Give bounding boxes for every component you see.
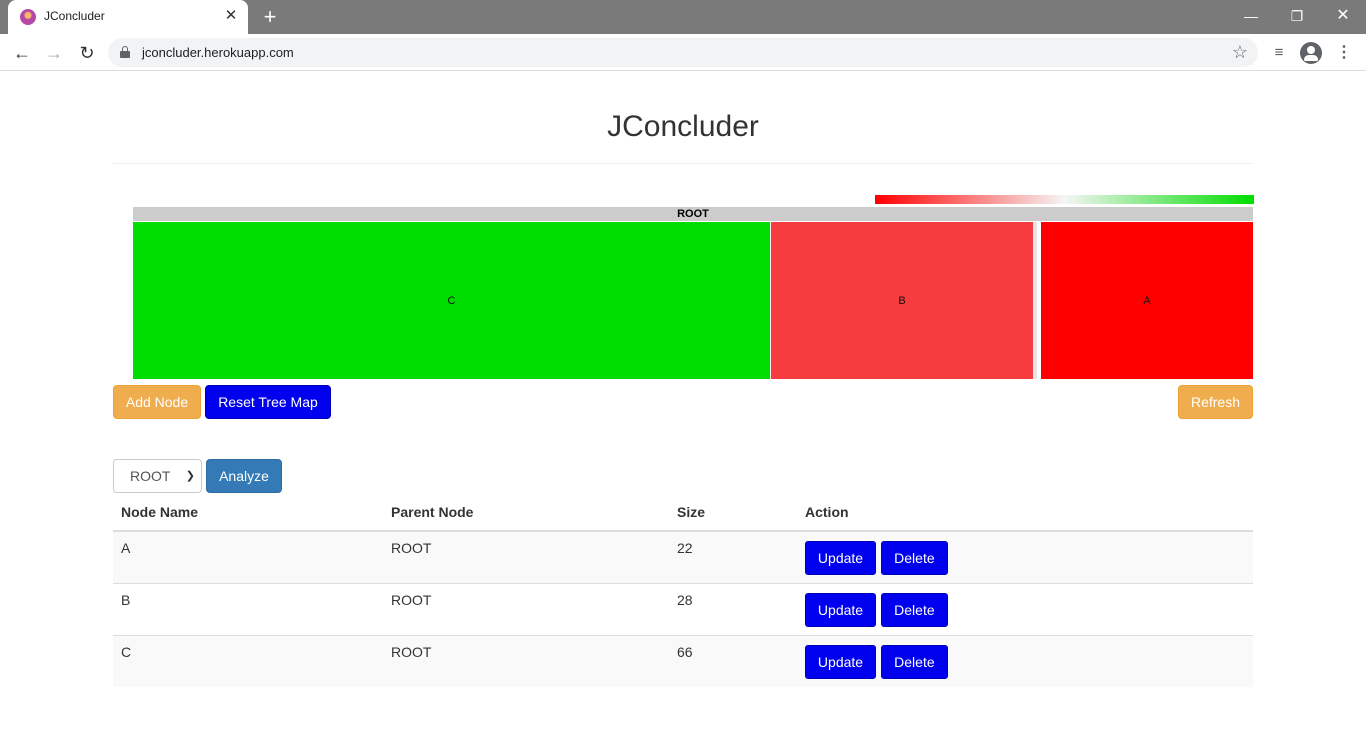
nodes-table: Node Name Parent Node Size Action A ROOT… [113,497,1253,687]
header-action: Action [797,497,1253,532]
delete-button[interactable]: Delete [880,645,948,679]
favicon-icon [20,9,36,25]
color-scale-legend [875,195,1254,204]
cell-node-name: B [113,583,383,636]
update-button[interactable]: Update [805,593,876,627]
cell-node-name: A [113,530,383,584]
cell-parent-node: ROOT [383,583,669,636]
lock-icon[interactable] [120,46,130,58]
chevron-down-icon: ❯ [185,470,195,482]
node-select[interactable]: ROOT ❯ [113,459,202,493]
bookmark-star-icon[interactable]: ☆ [1232,41,1248,63]
table-row: A ROOT 22 Update Delete [113,530,1253,584]
forward-arrow-icon[interactable]: → [41,40,67,66]
cell-parent-node: ROOT [383,635,669,687]
cell-node-name: C [113,635,383,687]
header-parent-node: Parent Node [383,497,669,532]
cell-size: 22 [669,530,797,584]
delete-button[interactable]: Delete [880,593,948,627]
table-row: B ROOT 28 Update Delete [113,583,1253,636]
tab-title: JConcluder [44,9,105,23]
treemap-cell-b[interactable]: B [771,222,1037,379]
treemap-cell-c[interactable]: C [133,222,770,379]
table-row: C ROOT 66 Update Delete [113,635,1253,687]
browser-tab[interactable]: JConcluder ✕ [8,0,248,34]
header-size: Size [669,497,797,532]
page-header: JConcluder [113,96,1253,164]
analyze-button[interactable]: Analyze [206,459,282,493]
page-title: JConcluder [607,110,759,143]
cell-size: 28 [669,583,797,636]
window-minimize-button[interactable]: — [1228,4,1274,28]
header-node-name: Node Name [113,497,383,532]
window-maximize-button[interactable]: ❐ [1274,4,1320,28]
media-control-icon[interactable]: ≡ [1268,42,1290,64]
cell-action: Update Delete [797,635,1253,687]
update-button[interactable]: Update [805,645,876,679]
address-bar[interactable]: jconcluder.herokuapp.com ☆ [108,38,1258,67]
add-node-button[interactable]: Add Node [113,385,201,419]
reload-icon[interactable]: ↻ [74,40,100,66]
tree-map: ROOT C B A [133,207,1253,379]
url-text[interactable]: jconcluder.herokuapp.com [142,45,294,60]
refresh-button[interactable]: Refresh [1178,385,1253,419]
reset-tree-map-button[interactable]: Reset Tree Map [205,385,331,419]
node-select-value: ROOT [130,468,171,484]
new-tab-button[interactable]: + [258,5,282,29]
treemap-cell-a[interactable]: A [1041,222,1253,379]
browser-tab-bar: JConcluder ✕ + — ❐ ✕ [0,0,1366,34]
treemap-root-header[interactable]: ROOT [133,207,1253,221]
tab-close-icon[interactable]: ✕ [222,7,240,25]
cell-parent-node: ROOT [383,530,669,584]
browser-toolbar: ← → ↻ jconcluder.herokuapp.com ☆ ≡ ⋮ [0,34,1366,71]
cell-size: 66 [669,635,797,687]
delete-button[interactable]: Delete [880,541,948,575]
back-arrow-icon[interactable]: ← [9,40,35,66]
cell-action: Update Delete [797,530,1253,584]
cell-action: Update Delete [797,583,1253,636]
update-button[interactable]: Update [805,541,876,575]
window-close-button[interactable]: ✕ [1320,4,1366,28]
profile-avatar-icon[interactable] [1300,42,1322,64]
table-header-row: Node Name Parent Node Size Action [113,497,1253,532]
browser-menu-icon[interactable]: ⋮ [1333,42,1355,64]
